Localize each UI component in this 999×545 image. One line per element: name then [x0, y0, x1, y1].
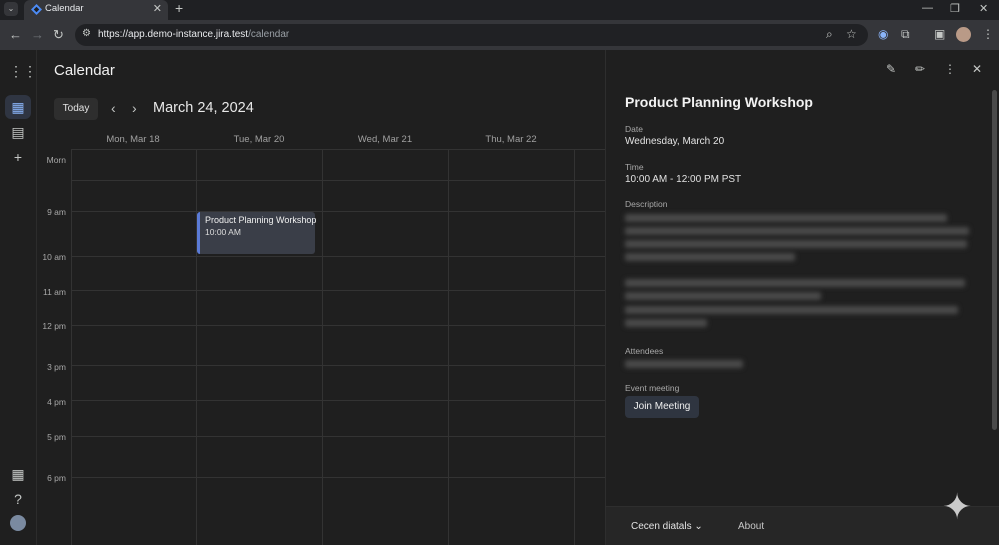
schedule-icon[interactable]: ▦ [9, 465, 27, 483]
profile-avatar[interactable] [956, 27, 971, 42]
window-close-icon[interactable]: ✕ [979, 2, 988, 15]
grid-line [71, 325, 605, 326]
extensions-puzzle-icon[interactable]: ⧉ [901, 27, 910, 42]
help-icon[interactable]: ? [9, 490, 27, 508]
description-label: Description [625, 199, 668, 209]
grid-line [71, 477, 605, 478]
panel-scrollbar[interactable] [992, 90, 997, 430]
grid-line [71, 290, 605, 291]
calendar-app: ⋮⋮ ▦ ▤ + ▦ ? Calendar Today ‹ › March 24… [0, 50, 999, 545]
calendar-nav-icon[interactable]: ▦ [9, 98, 27, 116]
new-tab-icon[interactable]: + [175, 0, 183, 16]
about-link[interactable]: About [738, 521, 764, 532]
back-icon[interactable]: ← [9, 27, 22, 42]
event-meeting-label: Event meeting [625, 383, 680, 393]
day-header: Tue, Mar 20 [233, 134, 285, 145]
event-time: 10:00 AM [205, 227, 241, 237]
reload-icon[interactable]: ↻ [53, 27, 64, 43]
browser-tab-bar: ⌄ Calendar ✕ + — ❐ ✕ [0, 0, 999, 20]
tab-search-icon[interactable]: ⌄ [4, 2, 18, 16]
forward-icon[interactable]: → [31, 27, 44, 42]
hour-label: 10 am [42, 252, 66, 262]
hour-label: 5 pm [47, 432, 66, 442]
close-tab-icon[interactable]: ✕ [153, 2, 162, 15]
bookmark-star-icon[interactable]: ☆ [846, 27, 857, 41]
redacted-text [625, 227, 969, 235]
redacted-attendees [625, 360, 743, 368]
time-value: 10:00 AM - 12:00 PM PST [625, 174, 742, 185]
browser-tab[interactable]: Calendar ✕ [24, 0, 168, 20]
hour-label: Morn [46, 155, 66, 165]
chevron-down-icon: ⌄ [694, 521, 703, 532]
date-label: Date [625, 124, 643, 134]
sparkle-assistant-icon[interactable]: ✦ [942, 486, 972, 528]
grid-line [71, 256, 605, 257]
redacted-text [625, 240, 967, 248]
today-button[interactable]: Today [54, 98, 98, 120]
panel-footer: Cecen diatals ⌄ About [606, 506, 999, 545]
grid-line [196, 149, 197, 545]
grid-line [322, 149, 323, 545]
url-text: https://app.demo-instance.jira.test/cale… [98, 29, 290, 40]
site-settings-icon[interactable]: ⚙ [82, 28, 91, 39]
attendees-label: Attendees [625, 346, 664, 356]
more-options-icon[interactable]: ⋮ [944, 62, 956, 76]
grid-line [71, 400, 605, 401]
extension-icon[interactable]: ◉ [878, 27, 888, 41]
redacted-text [625, 253, 795, 261]
event-title: Product Planning Workshop [205, 215, 317, 225]
redacted-text [625, 292, 821, 300]
grid-line [448, 149, 449, 545]
next-chevron-icon[interactable]: › [132, 100, 137, 116]
grid-line [71, 149, 605, 150]
grid-line [574, 149, 575, 545]
calendar-grid[interactable]: Morn 9 am 10 am 11 am 12 pm 3 pm 4 pm 5 … [38, 149, 605, 545]
grid-line [71, 180, 605, 181]
hour-label: 6 pm [47, 473, 66, 483]
event-detail-panel: ✎ ✏ ⋮ ✕ Product Planning Workshop Date W… [605, 50, 999, 545]
day-header: Thu, Mar 22 [485, 134, 537, 145]
grid-line [71, 436, 605, 437]
day-header: Mon, Mar 18 [106, 134, 160, 145]
edit-pen-icon[interactable]: ✎ [886, 62, 896, 76]
browser-menu-icon[interactable]: ⋮ [982, 27, 994, 41]
tab-title: Calendar [45, 3, 84, 14]
close-panel-icon[interactable]: ✕ [972, 62, 982, 76]
browser-toolbar: ← → ↻ ⚙ https://app.demo-instance.jira.t… [0, 20, 999, 50]
time-label: Time [625, 162, 644, 172]
minimize-icon[interactable]: — [922, 2, 933, 14]
left-rail: ⋮⋮ ▦ ▤ + ▦ ? [0, 50, 37, 545]
grid-line [71, 365, 605, 366]
redacted-text [625, 279, 965, 287]
redacted-text [625, 306, 958, 314]
side-panel-icon[interactable]: ▣ [934, 27, 945, 41]
hour-label: 4 pm [47, 397, 66, 407]
hour-label: 9 am [47, 207, 66, 217]
current-date-heading: March 24, 2024 [153, 100, 254, 116]
jira-favicon-icon [31, 4, 42, 15]
event-card[interactable]: Product Planning Workshop 10:00 AM [197, 212, 317, 254]
redacted-text [625, 319, 707, 327]
event-detail-title: Product Planning Workshop [625, 94, 813, 110]
hour-label: 12 pm [42, 321, 66, 331]
add-icon[interactable]: + [9, 148, 27, 166]
redacted-text [625, 214, 947, 222]
zoom-search-icon[interactable]: ⌕ [826, 27, 833, 42]
address-bar[interactable]: ⚙ https://app.demo-instance.jira.test/ca… [75, 24, 868, 46]
edit-pencil-icon[interactable]: ✏ [915, 62, 925, 76]
hour-label: 11 am [43, 287, 66, 297]
grid-line [71, 149, 72, 545]
grid-line [71, 211, 605, 212]
page-title: Calendar [54, 62, 115, 79]
month-view-icon[interactable]: ▤ [9, 123, 27, 141]
app-grid-icon[interactable]: ⋮⋮ [9, 62, 37, 80]
prev-chevron-icon[interactable]: ‹ [111, 100, 116, 116]
day-header: Wed, Mar 21 [357, 134, 413, 145]
hour-label: 3 pm [47, 362, 66, 372]
restore-icon[interactable]: ❐ [950, 2, 960, 15]
user-avatar[interactable] [10, 515, 26, 531]
date-value: Wednesday, March 20 [625, 136, 725, 147]
join-meeting-button[interactable]: Join Meeting [625, 396, 699, 418]
footer-user-menu[interactable]: Cecen diatals ⌄ [631, 521, 703, 532]
